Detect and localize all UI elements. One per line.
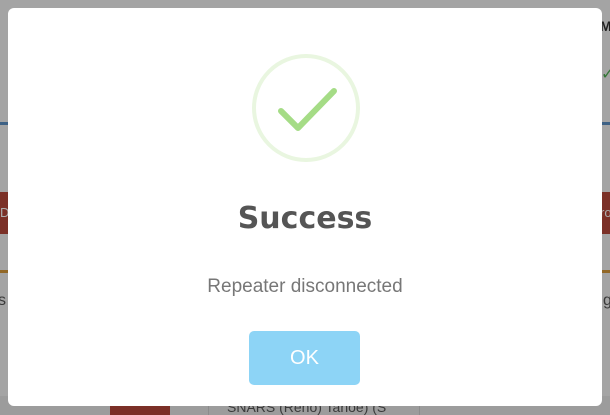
dialog-message: Repeater disconnected [207,276,403,297]
success-ring [252,54,360,162]
success-check-icon [252,54,360,162]
success-dialog: Success Repeater disconnected OK [8,8,602,406]
ok-button[interactable]: OK [249,331,360,385]
dialog-title: Success [237,201,373,236]
check-mark [278,88,337,131]
